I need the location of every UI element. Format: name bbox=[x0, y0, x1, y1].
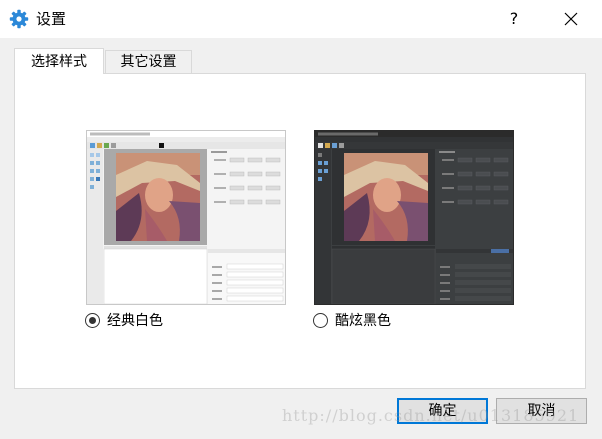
cancel-button[interactable]: 取消 bbox=[496, 398, 587, 424]
gear-icon bbox=[9, 9, 29, 29]
close-icon bbox=[564, 12, 578, 26]
window-title: 设置 bbox=[36, 10, 67, 28]
ok-button[interactable]: 确定 bbox=[397, 398, 488, 424]
radio-button-unselected[interactable] bbox=[313, 313, 328, 328]
close-button[interactable] bbox=[556, 6, 586, 32]
light-theme-preview[interactable] bbox=[86, 130, 286, 305]
tab-panel: 经典白色 酷炫黑色 bbox=[14, 73, 586, 389]
tab-select-style[interactable]: 选择样式 bbox=[14, 48, 104, 74]
dark-theme-thumbnail bbox=[315, 131, 513, 304]
help-button[interactable]: ? bbox=[500, 6, 528, 32]
radio-button-selected[interactable] bbox=[85, 313, 100, 328]
light-theme-thumbnail bbox=[87, 131, 285, 304]
radio-selected-dot bbox=[89, 317, 96, 324]
title-bar: 设置 ? bbox=[0, 0, 602, 38]
dark-theme-preview[interactable] bbox=[314, 130, 514, 305]
radio-cool-black-label[interactable]: 酷炫黑色 bbox=[335, 311, 391, 331]
radio-classic-white-label[interactable]: 经典白色 bbox=[107, 311, 163, 331]
tab-other-settings[interactable]: 其它设置 bbox=[105, 50, 192, 73]
